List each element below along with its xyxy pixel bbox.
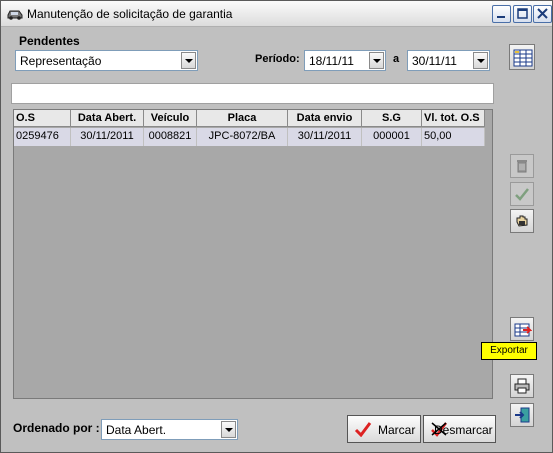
title-bar: Manutenção de solicitação de garantia [1,1,552,27]
hand-button[interactable] [510,209,534,233]
confirm-button[interactable] [510,182,534,206]
cell-veiculo: 0008821 [144,128,197,146]
cell-os: 0259476 [14,128,71,146]
ordenado-value: Data Abert. [106,423,167,437]
chevron-down-icon[interactable] [181,52,196,69]
chevron-down-icon[interactable] [369,52,384,69]
ordenado-select[interactable]: Data Abert. [101,419,238,440]
periodo-start-value: 18/11/11 [309,54,354,68]
cell-placa: JPC-8072/BA [197,128,288,146]
marcar-button[interactable]: Marcar [347,415,421,443]
table-row[interactable]: 0259476 30/11/2011 0008821 JPC-8072/BA 3… [14,128,485,146]
close-button[interactable] [533,5,552,23]
chevron-down-icon[interactable] [221,421,236,438]
cell-sg: 000001 [362,128,422,146]
marcar-label: Marcar [378,423,416,437]
grid-settings-button[interactable] [509,44,535,70]
main-window: Manutenção de solicitação de garantia Pe… [0,0,553,453]
column-header[interactable]: Data Abert. [71,110,144,127]
print-button[interactable] [510,374,534,398]
grid-header: O.S Data Abert. Veículo Placa Data envio… [14,110,485,127]
periodo-end-field[interactable]: 30/11/11 [407,50,490,71]
column-header[interactable]: Vl. tot. O.S [422,110,485,127]
cell-data-envio: 30/11/2011 [288,128,362,146]
filter-input[interactable] [11,83,494,104]
column-header[interactable]: O.S [14,110,71,127]
solicitacoes-grid[interactable]: O.S Data Abert. Veículo Placa Data envio… [13,109,493,399]
pendentes-select[interactable]: Representação [15,50,198,71]
exit-button[interactable] [510,403,534,427]
chevron-down-icon[interactable] [473,52,488,69]
column-header[interactable]: Data envio [288,110,362,127]
window-title: Manutenção de solicitação de garantia [27,7,233,21]
periodo-end-value: 30/11/11 [412,54,457,68]
delete-button[interactable] [510,154,534,178]
cell-data-abert: 30/11/2011 [71,128,144,146]
export-button[interactable] [510,317,534,341]
car-icon [6,8,24,20]
pendentes-label: Pendentes [19,34,80,48]
export-tooltip: Exportar [481,342,537,360]
column-header[interactable]: S.G [362,110,422,127]
desmarcar-label: Desmarcar [434,423,493,437]
periodo-start-field[interactable]: 18/11/11 [304,50,386,71]
pendentes-value: Representação [20,54,102,68]
maximize-button[interactable] [513,5,532,23]
cell-vl-tot: 50,00 [422,128,485,146]
column-header[interactable]: Veículo [144,110,197,127]
ordenado-label: Ordenado por : [13,421,100,435]
periodo-separator: a [393,53,400,65]
column-header[interactable]: Placa [197,110,288,127]
periodo-label: Período: [255,53,300,65]
desmarcar-button[interactable]: Desmarcar [423,415,496,443]
minimize-button[interactable] [492,5,511,23]
